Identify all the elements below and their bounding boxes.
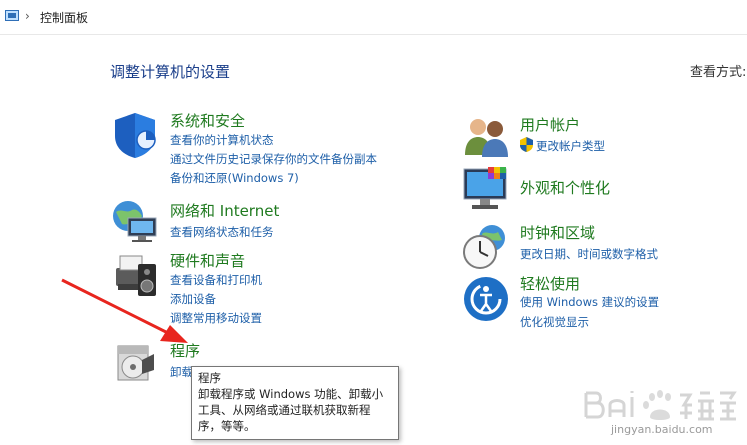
link-mobility-settings[interactable]: 调整常用移动设置 xyxy=(170,310,262,326)
programs-disc-icon xyxy=(117,345,154,381)
address-bar: › 控制面板 xyxy=(0,0,747,35)
programs-tooltip: 程序 卸载程序或 Windows 功能、卸载小 工具、从网络或通过联机获取新程 … xyxy=(191,366,399,440)
tooltip-title: 程序 xyxy=(198,371,221,385)
link-optimize-visual[interactable]: 优化视觉显示 xyxy=(520,314,589,330)
link-uninstall-program[interactable]: 卸载 xyxy=(170,364,192,380)
clock-globe-icon xyxy=(463,225,505,269)
watermark-url: jingyan.baidu.com xyxy=(611,423,713,436)
shield-icon xyxy=(115,113,156,158)
link-devices-printers[interactable]: 查看设备和打印机 xyxy=(170,272,262,288)
category-network-internet[interactable]: 网络和 Internet xyxy=(170,200,279,221)
link-change-account-type[interactable]: 更改帐户类型 xyxy=(536,138,605,154)
view-by-label: 查看方式: xyxy=(690,65,747,80)
users-icon xyxy=(465,119,508,157)
category-ease-of-access[interactable]: 轻松使用 xyxy=(520,273,580,294)
link-add-device[interactable]: 添加设备 xyxy=(170,291,216,307)
tooltip-line-1: 卸载程序或 Windows 功能、卸载小 xyxy=(198,387,384,401)
breadcrumb-chevron-icon[interactable]: › xyxy=(25,9,30,23)
printer-speaker-icon xyxy=(116,255,156,296)
page-title: 调整计算机的设置 xyxy=(110,63,231,81)
monitor-palette-icon xyxy=(463,167,507,209)
link-view-computer-status[interactable]: 查看你的计算机状态 xyxy=(170,132,274,148)
category-hardware-sound[interactable]: 硬件和声音 xyxy=(170,250,245,271)
category-appearance-personalization[interactable]: 外观和个性化 xyxy=(520,177,610,198)
tooltip-line-3: 序，等等。 xyxy=(198,419,256,433)
network-globe-icon xyxy=(113,201,157,242)
link-network-status[interactable]: 查看网络状态和任务 xyxy=(170,224,274,240)
link-date-time-format[interactable]: 更改日期、时间或数字格式 xyxy=(520,246,658,262)
link-recommended-settings[interactable]: 使用 Windows 建议的设置 xyxy=(520,294,659,310)
category-clock-region[interactable]: 时钟和区域 xyxy=(520,222,595,243)
breadcrumb-control-panel[interactable]: 控制面板 xyxy=(40,9,88,26)
category-system-security[interactable]: 系统和安全 xyxy=(170,110,245,131)
link-file-history-backup[interactable]: 通过文件历史记录保存你的文件备份副本 xyxy=(170,151,377,167)
control-panel-icon xyxy=(5,10,19,21)
link-backup-restore[interactable]: 备份和还原(Windows 7) xyxy=(170,170,299,186)
ease-of-access-icon xyxy=(464,277,508,321)
tooltip-line-2: 工具、从网络或通过联机获取新程 xyxy=(198,403,371,417)
category-user-accounts[interactable]: 用户帐户 xyxy=(520,114,580,135)
uac-shield-icon xyxy=(520,137,533,152)
category-programs[interactable]: 程序 xyxy=(170,340,200,361)
